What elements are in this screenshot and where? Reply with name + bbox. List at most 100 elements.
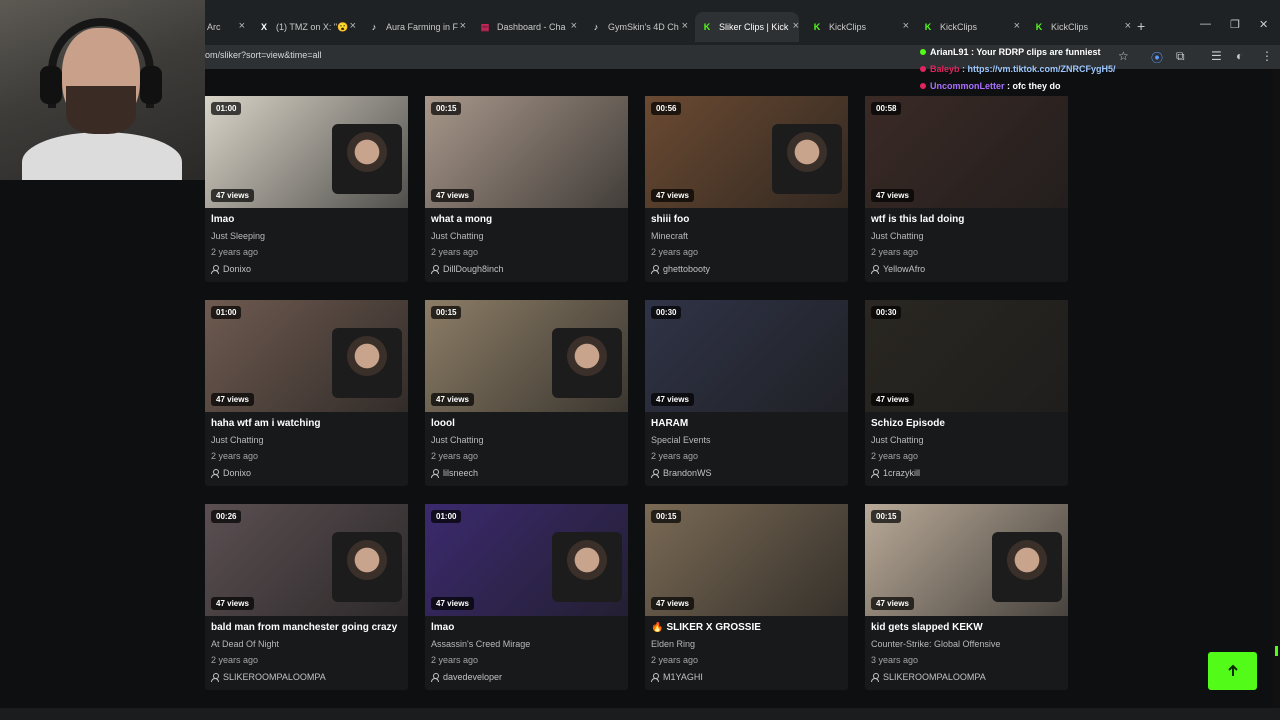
minimize-icon[interactable]: —	[1200, 18, 1211, 30]
clip-title[interactable]: kid gets slapped KEKW	[871, 622, 1063, 633]
clip-card[interactable]: 01:00 47 views lmao Assassin's Creed Mirage…	[425, 504, 628, 690]
clip-category[interactable]: Just Chatting	[871, 231, 924, 241]
url-input[interactable]: om/sliker?sort=view&time=all	[205, 50, 322, 60]
clip-title[interactable]: Schizo Episode	[871, 418, 1063, 429]
clip-card[interactable]: 00:15 47 views kid gets slapped KEKW Counte…	[865, 504, 1068, 690]
clip-author[interactable]: YellowAfro	[871, 264, 925, 274]
clip-thumbnail[interactable]: 00:15 47 views	[425, 96, 628, 208]
clip-title[interactable]: what a mong	[431, 214, 623, 225]
browser-tab[interactable]: K KickClips ×	[916, 12, 1020, 42]
clip-thumbnail[interactable]: 00:58 47 views	[865, 96, 1068, 208]
clip-author[interactable]: lilsneech	[431, 468, 478, 478]
clip-author[interactable]: 1crazykill	[871, 468, 920, 478]
clip-author[interactable]: SLIKEROOMPALOOMPA	[211, 672, 326, 682]
clip-category[interactable]: Minecraft	[651, 231, 688, 241]
clip-author[interactable]: BrandonWS	[651, 468, 712, 478]
clip-category[interactable]: Just Chatting	[431, 435, 484, 445]
clip-card[interactable]: 01:00 47 views lmao Just Sleeping 2 years ag…	[205, 96, 408, 282]
clip-title[interactable]: 🔥 SLIKER X GROSSIE	[651, 622, 843, 633]
clip-thumbnail[interactable]: 01:00 47 views	[205, 300, 408, 412]
clip-thumbnail[interactable]: 00:15 47 views	[645, 504, 848, 616]
clip-card[interactable]: 01:00 47 views haha wtf am i watching Just …	[205, 300, 408, 486]
chat-username[interactable]: UncommonLetter	[930, 81, 1005, 91]
clip-thumbnail[interactable]: 01:00 47 views	[425, 504, 628, 616]
browser-tab[interactable]: K KickClips ×	[805, 12, 909, 42]
close-tab-icon[interactable]: ×	[793, 20, 799, 32]
kick-icon: K	[924, 22, 932, 32]
bookmark-star-icon[interactable]: ☆	[1118, 49, 1129, 63]
close-tab-icon[interactable]: ×	[239, 20, 245, 32]
clip-category[interactable]: Special Events	[651, 435, 711, 445]
chat-username[interactable]: Baleyb	[930, 64, 960, 74]
clip-category[interactable]: At Dead Of Night	[211, 639, 279, 649]
clip-thumbnail[interactable]: 00:30 47 views	[645, 300, 848, 412]
clip-thumbnail[interactable]: 00:15 47 views	[865, 504, 1068, 616]
clip-duration-badge: 00:15	[871, 510, 902, 523]
clip-category[interactable]: Elden Ring	[651, 639, 695, 649]
clip-title[interactable]: loool	[431, 418, 623, 429]
media-icon[interactable]: ⦿	[1151, 49, 1163, 66]
clip-category[interactable]: Just Chatting	[871, 435, 924, 445]
close-tab-icon[interactable]: ×	[682, 20, 688, 32]
scrollbar-thumb[interactable]	[1275, 646, 1278, 656]
clip-title[interactable]: HARAM	[651, 418, 843, 429]
clip-category[interactable]: Counter-Strike: Global Offensive	[871, 639, 1000, 649]
close-tab-icon[interactable]: ×	[1125, 20, 1131, 32]
browser-tab[interactable]: K Sliker Clips | Kick ×	[695, 12, 799, 42]
clip-title[interactable]: shiii foo	[651, 214, 843, 225]
clip-card[interactable]: 00:30 47 views Schizo Episode Just Chatting…	[865, 300, 1068, 486]
browser-tab[interactable]: Arc ×	[205, 12, 245, 42]
scrollbar-track[interactable]	[1273, 69, 1280, 708]
new-tab-button[interactable]: +	[1137, 18, 1145, 34]
clip-author[interactable]: M1YAGHI	[651, 672, 703, 682]
chat-username[interactable]: ArianL91	[930, 47, 969, 57]
scroll-to-top-button[interactable]	[1208, 652, 1257, 690]
restore-icon[interactable]: ❐	[1230, 18, 1240, 31]
clip-author[interactable]: SLIKEROOMPALOOMPA	[871, 672, 986, 682]
close-tab-icon[interactable]: ×	[350, 20, 356, 32]
clip-views-badge: 47 views	[871, 597, 914, 610]
close-window-icon[interactable]: ✕	[1259, 18, 1268, 31]
clip-card[interactable]: 00:15 47 views what a mong Just Chatting 2 y…	[425, 96, 628, 282]
clip-category[interactable]: Assassin's Creed Mirage	[431, 639, 530, 649]
clip-author[interactable]: Donixo	[211, 264, 251, 274]
user-icon	[211, 468, 219, 478]
clip-category[interactable]: Just Sleeping	[211, 231, 265, 241]
clip-title[interactable]: lmao	[211, 214, 403, 225]
close-tab-icon[interactable]: ×	[460, 20, 466, 32]
menu-icon[interactable]: ⋮	[1261, 49, 1273, 63]
clip-thumbnail[interactable]: 00:56 47 views	[645, 96, 848, 208]
clip-thumbnail[interactable]: 00:30 47 views	[865, 300, 1068, 412]
clip-category[interactable]: Just Chatting	[431, 231, 484, 241]
browser-tab[interactable]: ♪ Aura Farming in F ×	[362, 12, 466, 42]
clip-card[interactable]: 00:58 47 views wtf is this lad doing Just C…	[865, 96, 1068, 282]
browser-tab[interactable]: ♪ GymSkin's 4D Ch ×	[584, 12, 688, 42]
clip-author[interactable]: ghettobooty	[651, 264, 710, 274]
browser-tab[interactable]: ▤ Dashboard - Cha ×	[473, 12, 577, 42]
clip-author[interactable]: Donixo	[211, 468, 251, 478]
profile-icon[interactable]: ◐	[1236, 49, 1243, 63]
clip-card[interactable]: 00:15 47 views loool Just Chatting 2 years a…	[425, 300, 628, 486]
browser-tab[interactable]: K KickClips ×	[1027, 12, 1131, 42]
extensions-icon[interactable]: ⧉	[1176, 49, 1185, 64]
clip-title[interactable]: wtf is this lad doing	[871, 214, 1063, 225]
clip-title[interactable]: bald man from manchester going crazy	[211, 622, 403, 633]
clip-author[interactable]: davedeveloper	[431, 672, 502, 682]
clip-thumbnail[interactable]: 00:15 47 views	[425, 300, 628, 412]
browser-tab[interactable]: X (1) TMZ on X: "😮 ×	[252, 12, 356, 42]
clip-thumbnail[interactable]: 00:26 47 views	[205, 504, 408, 616]
clip-title[interactable]: haha wtf am i watching	[211, 418, 403, 429]
close-tab-icon[interactable]: ×	[903, 20, 909, 32]
clip-card[interactable]: 00:56 47 views shiii foo Minecraft 2 years a…	[645, 96, 848, 282]
clip-thumbnail[interactable]: 01:00 47 views	[205, 96, 408, 208]
close-tab-icon[interactable]: ×	[571, 20, 577, 32]
clip-category[interactable]: Just Chatting	[211, 435, 264, 445]
clip-author[interactable]: DillDough8inch	[431, 264, 504, 274]
clip-card[interactable]: 00:15 47 views 🔥 SLIKER X GROSSIE Elden Ring…	[645, 504, 848, 690]
clip-card[interactable]: 00:30 47 views HARAM Special Events 2 years …	[645, 300, 848, 486]
sidebar-icon[interactable]: ☰	[1211, 49, 1222, 63]
clip-title[interactable]: lmao	[431, 622, 623, 633]
clip-card[interactable]: 00:26 47 views bald man from manchester go…	[205, 504, 408, 690]
close-tab-icon[interactable]: ×	[1014, 20, 1020, 32]
tiktok-icon: ♪	[593, 22, 599, 32]
